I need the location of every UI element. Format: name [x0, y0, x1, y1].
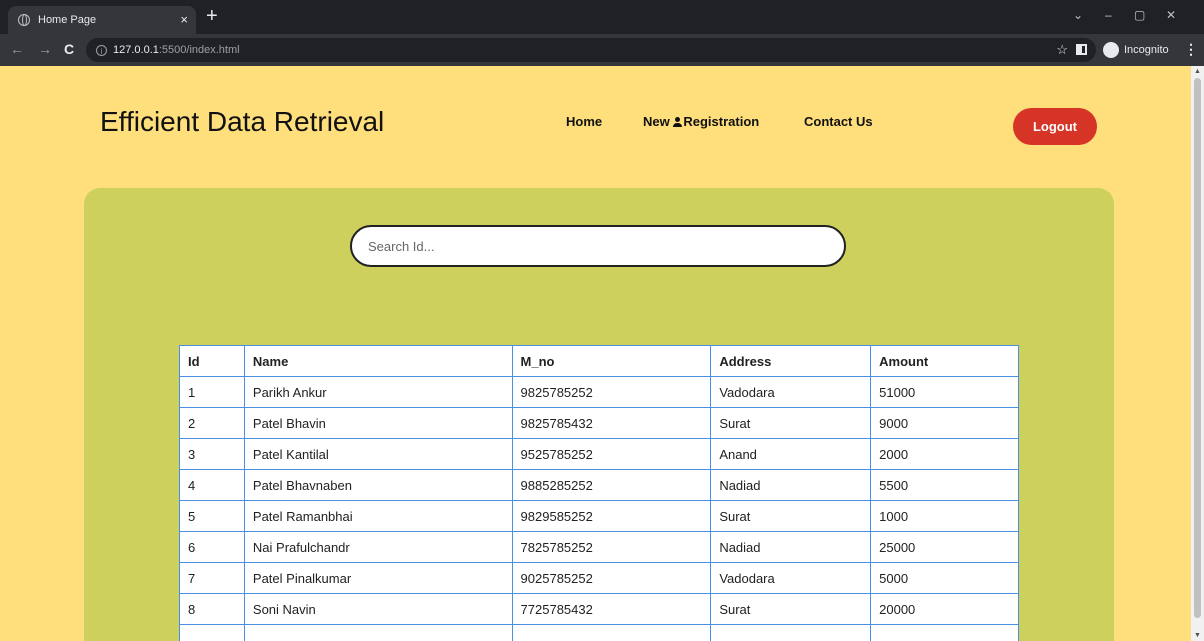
scrollbar-thumb[interactable]	[1194, 78, 1201, 618]
cell-mobile: 9829585252	[511, 500, 712, 532]
cell-address: Nadiad	[710, 531, 872, 563]
web-page: Efficient Data Retrieval Home New Regist…	[0, 66, 1191, 641]
nav-contact-us[interactable]: Contact Us	[804, 114, 873, 129]
cell-name: Patel Bhavnaben	[243, 469, 513, 501]
url-host: 127.0.0.1	[113, 44, 159, 56]
browser-tabstrip: Home Page × + ⌄ – ▢ ✕	[0, 0, 1204, 34]
cell-name: Patel Pinalkumar	[243, 562, 513, 594]
browser-menu-icon[interactable]: ⋮	[1184, 41, 1198, 58]
page-scrollbar[interactable]: ▲ ▼	[1191, 66, 1204, 641]
data-table: Id Name M_no Address Amount 1 Parikh Ank…	[179, 345, 1019, 641]
back-arrow-icon[interactable]: ←	[10, 41, 24, 57]
cell-name: Parikh Ankur	[243, 376, 513, 408]
search-input[interactable]	[350, 225, 846, 267]
cell-id: 2	[179, 407, 245, 439]
minimize-button[interactable]: –	[1105, 8, 1112, 22]
person-icon	[673, 117, 683, 127]
cell-id: 3	[179, 438, 245, 470]
new-tab-button[interactable]: +	[206, 6, 218, 26]
nav-home[interactable]: Home	[566, 114, 602, 129]
cell-name: Patel Ramanbhai	[243, 500, 513, 532]
close-window-button[interactable]: ✕	[1166, 8, 1176, 22]
browser-toolbar: ← → C i 127.0.0.1:5500/index.html ☆ Inco…	[0, 34, 1204, 66]
cell-address: Surat	[710, 593, 872, 625]
restore-button[interactable]: ▢	[1134, 8, 1145, 22]
table-row: 8 Soni Navin 7725785432 Surat 20000	[179, 593, 1019, 625]
cell-amount: 25000	[870, 531, 1019, 563]
site-title: Efficient Data Retrieval	[100, 106, 385, 137]
tab-search-icon[interactable]: ⌄	[1073, 8, 1083, 22]
cell-address: Surat	[710, 407, 872, 439]
column-header-id: Id	[179, 345, 245, 377]
column-header-amount: Amount	[870, 345, 1019, 377]
table-row: 4 Patel Bhavnaben 9885285252 Nadiad 5500	[179, 469, 1019, 501]
cell-id: 7	[179, 562, 245, 594]
cell-id: 6	[179, 531, 245, 563]
table-row: 2 Patel Bhavin 9825785432 Surat 9000	[179, 407, 1019, 439]
cell-name: Nai Prafulchandr	[243, 531, 513, 563]
cell-mobile: 9825785432	[511, 407, 712, 439]
incognito-label[interactable]: Incognito	[1124, 44, 1169, 56]
address-bar[interactable]: i 127.0.0.1:5500/index.html ☆	[86, 38, 1096, 62]
cell-id	[179, 624, 245, 641]
cell-address: Vadodara	[710, 562, 872, 594]
column-header-address: Address	[710, 345, 872, 377]
cell-mobile: 9525785252	[511, 438, 712, 470]
table-row: 3 Patel Kantilal 9525785252 Anand 2000	[179, 438, 1019, 470]
scroll-down-icon[interactable]: ▼	[1194, 632, 1201, 639]
cell-mobile	[511, 624, 712, 641]
table-row: 1 Parikh Ankur 9825785252 Vadodara 51000	[179, 376, 1019, 408]
scroll-up-icon[interactable]: ▲	[1194, 68, 1201, 75]
browser-tab[interactable]: Home Page ×	[8, 6, 196, 34]
content-panel: Id Name M_no Address Amount 1 Parikh Ank…	[84, 188, 1114, 641]
url-path: :5500/index.html	[158, 44, 240, 56]
cell-address: Vadodara	[710, 376, 872, 408]
side-panel-icon[interactable]	[1076, 44, 1087, 55]
tab-close-icon[interactable]: ×	[180, 13, 188, 26]
cell-id: 8	[179, 593, 245, 625]
cell-amount: 20000	[870, 593, 1019, 625]
tab-title: Home Page	[38, 14, 97, 26]
table-row	[179, 624, 1019, 641]
column-header-name: Name	[243, 345, 513, 377]
nav-new-label: New	[643, 114, 670, 129]
reload-icon[interactable]: C	[64, 41, 74, 57]
site-info-icon[interactable]: i	[96, 44, 107, 56]
cell-mobile: 7725785432	[511, 593, 712, 625]
cell-address	[710, 624, 872, 641]
table-row: 6 Nai Prafulchandr 7825785252 Nadiad 250…	[179, 531, 1019, 563]
cell-name: Soni Navin	[243, 593, 513, 625]
globe-icon	[18, 14, 30, 26]
cell-mobile: 9885285252	[511, 469, 712, 501]
bookmark-star-icon[interactable]: ☆	[1056, 42, 1068, 58]
table-row: 5 Patel Ramanbhai 9829585252 Surat 1000	[179, 500, 1019, 532]
cell-id: 1	[179, 376, 245, 408]
forward-arrow-icon[interactable]: →	[38, 41, 52, 57]
cell-mobile: 7825785252	[511, 531, 712, 563]
incognito-icon	[1103, 42, 1119, 58]
cell-amount: 5000	[870, 562, 1019, 594]
cell-amount: 5500	[870, 469, 1019, 501]
table-header-row: Id Name M_no Address Amount	[179, 345, 1019, 377]
cell-mobile: 9025785252	[511, 562, 712, 594]
cell-amount: 1000	[870, 500, 1019, 532]
cell-mobile: 9825785252	[511, 376, 712, 408]
cell-name	[243, 624, 513, 641]
cell-amount: 9000	[870, 407, 1019, 439]
cell-id: 4	[179, 469, 245, 501]
cell-address: Surat	[710, 500, 872, 532]
cell-amount: 2000	[870, 438, 1019, 470]
logout-button[interactable]: Logout	[1013, 108, 1097, 145]
column-header-mobile: M_no	[511, 345, 712, 377]
cell-name: Patel Kantilal	[243, 438, 513, 470]
table-row: 7 Patel Pinalkumar 9025785252 Vadodara 5…	[179, 562, 1019, 594]
cell-id: 5	[179, 500, 245, 532]
cell-name: Patel Bhavin	[243, 407, 513, 439]
nav-new-registration[interactable]: New Registration	[643, 114, 759, 129]
cell-address: Nadiad	[710, 469, 872, 501]
nav-registration-label: Registration	[683, 114, 760, 129]
cell-amount	[870, 624, 1019, 641]
cell-amount: 51000	[870, 376, 1019, 408]
cell-address: Anand	[710, 438, 872, 470]
